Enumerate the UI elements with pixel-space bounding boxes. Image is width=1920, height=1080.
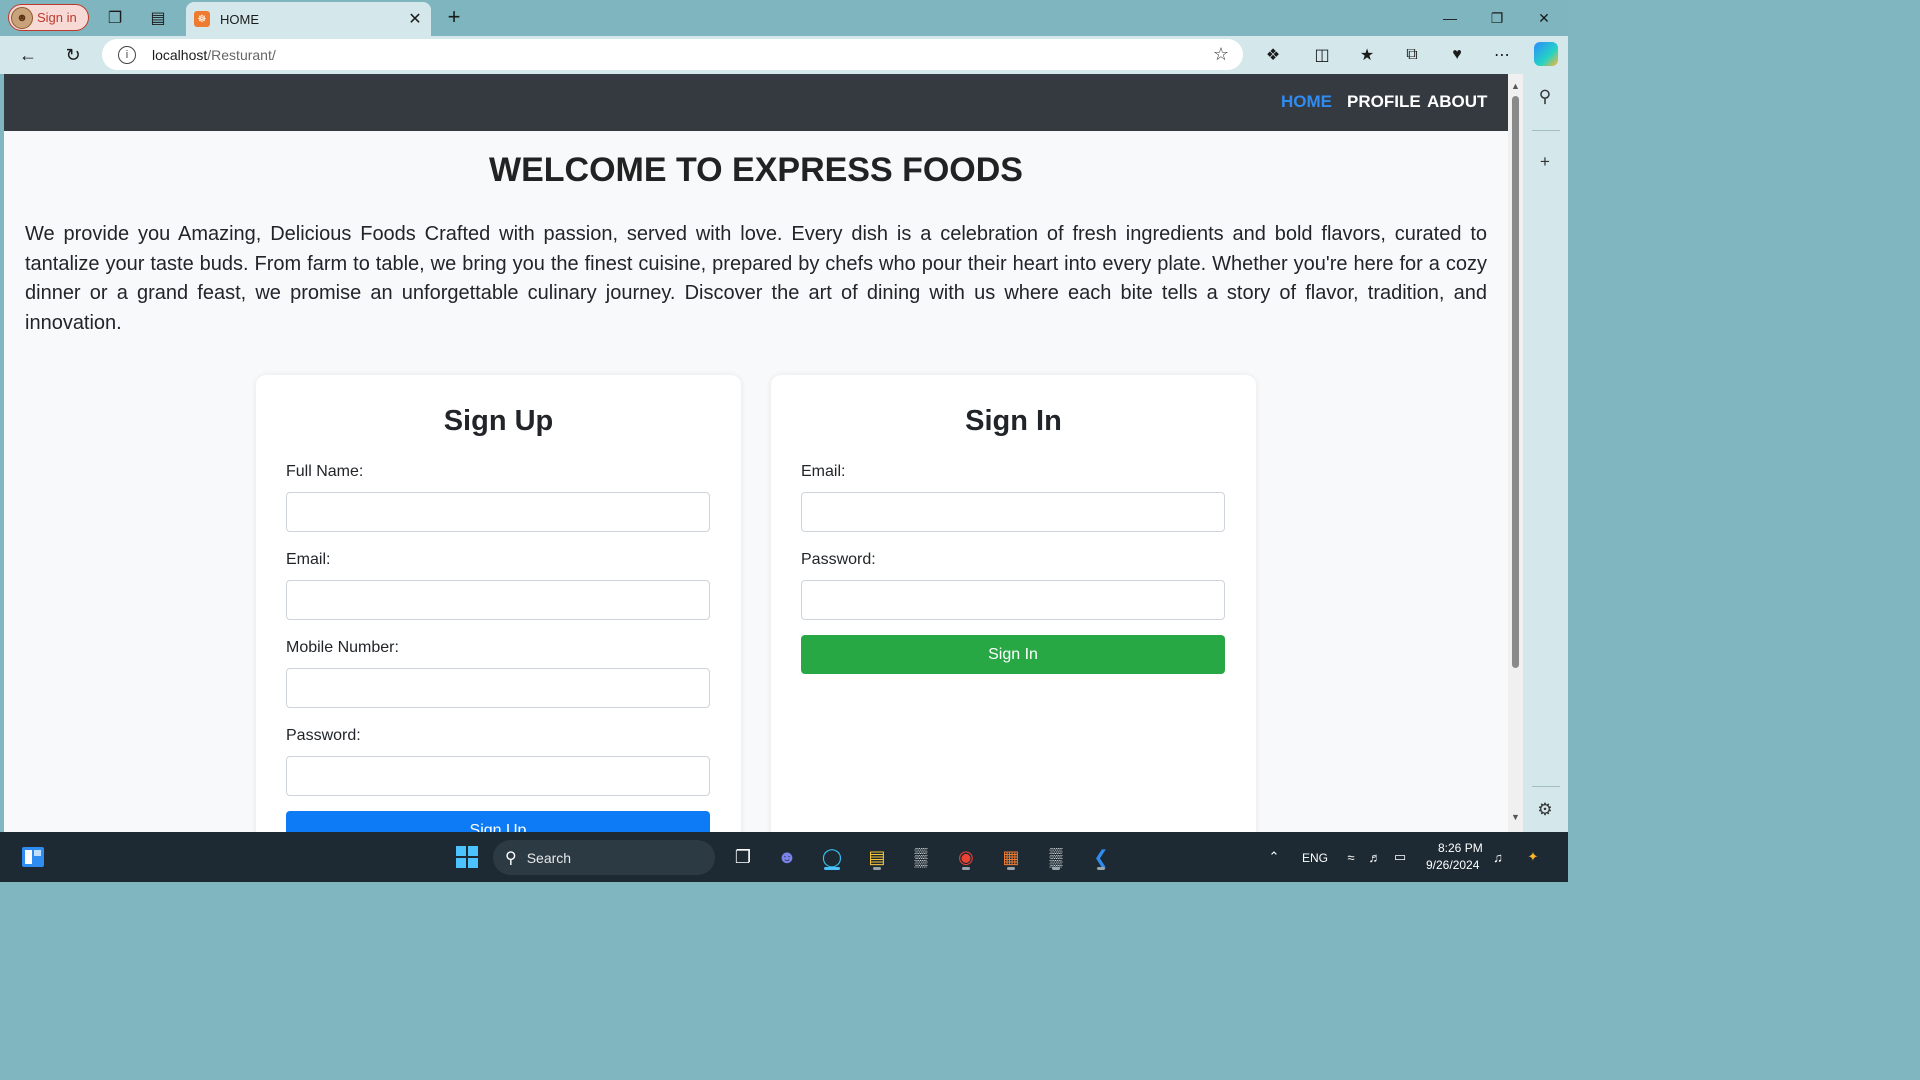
signup-button[interactable]: Sign Up	[286, 811, 710, 832]
teams-icon[interactable]: ☻	[771, 841, 803, 873]
sidebar-settings-icon[interactable]: ⚙	[1534, 799, 1556, 821]
start-icon[interactable]	[451, 841, 483, 873]
clock-date[interactable]: 9/26/2024	[1426, 858, 1479, 872]
refresh-icon[interactable]: ↻	[61, 43, 85, 67]
vscode-icon[interactable]: ❮	[1085, 841, 1117, 873]
mobile-number-input[interactable]	[286, 668, 710, 708]
sidebar-search-icon[interactable]: ⚲	[1534, 86, 1556, 108]
file-explorer-icon[interactable]: ▤	[861, 841, 893, 873]
windows-taskbar: ⚲ Search ❐ ☻ ◯ ▤ ▒ ◉ ▦ ▒ ❮ ⌃ ENG ≈ ♬ ▭ 8…	[0, 832, 1568, 882]
signup-email-label: Email:	[286, 551, 331, 568]
favorite-star-icon[interactable]: ☆	[1213, 44, 1229, 65]
wifi-icon[interactable]: ≈	[1342, 848, 1360, 866]
site-info-icon[interactable]: i	[118, 45, 136, 64]
signin-button[interactable]: Sign In	[801, 635, 1225, 674]
search-icon: ⚲	[505, 849, 517, 867]
notifications-icon[interactable]: ♫	[1489, 848, 1507, 866]
open-app-indicator	[962, 867, 970, 870]
profile-sign-in-label: Sign in	[37, 10, 77, 25]
collections-icon[interactable]: ⧉	[1401, 44, 1423, 66]
full-name-input[interactable]	[286, 492, 710, 532]
clock-time[interactable]: 8:26 PM	[1438, 841, 1483, 855]
active-app-indicator	[824, 867, 840, 870]
scroll-down-icon[interactable]: ▼	[1510, 811, 1521, 822]
open-app-indicator	[1052, 867, 1060, 870]
signup-password-label: Password:	[286, 727, 361, 744]
xampp-favicon-icon: ☸	[194, 11, 210, 27]
nav-about-link[interactable]: ABOUT	[1427, 92, 1487, 112]
open-app-indicator	[1097, 867, 1105, 870]
scroll-thumb[interactable]	[1512, 96, 1519, 668]
open-app-indicator	[873, 867, 881, 870]
signin-email-input[interactable]	[801, 492, 1225, 532]
widgets-icon[interactable]	[17, 841, 49, 873]
page-viewport: HOME PROFILE ABOUT WELCOME TO EXPRESS FO…	[4, 74, 1508, 832]
nav-home-link[interactable]: HOME	[1281, 92, 1332, 112]
address-bar[interactable]: i localhost/Resturant/ ☆	[102, 39, 1243, 70]
signup-email-input[interactable]	[286, 580, 710, 620]
xampp-icon[interactable]: ▦	[995, 841, 1027, 873]
url-path: /Resturant/	[207, 46, 276, 63]
signin-password-label: Password:	[801, 551, 876, 568]
more-menu-icon[interactable]: ⋯	[1491, 44, 1513, 66]
signin-email-label: Email:	[801, 463, 846, 480]
signup-password-input[interactable]	[286, 756, 710, 796]
browser-toolbar: ← ↻ i localhost/Resturant/ ☆ ❖ ◫ ★ ⧉ ♥ ⋯	[0, 36, 1568, 74]
copilot-taskbar-icon[interactable]: ✦	[1524, 848, 1542, 866]
full-name-label: Full Name:	[286, 463, 364, 480]
task-view-icon[interactable]: ❐	[727, 841, 759, 873]
copilot-icon[interactable]	[1534, 42, 1558, 66]
show-hidden-icons-icon[interactable]: ⌃	[1265, 848, 1283, 866]
minimize-icon[interactable]: —	[1438, 6, 1462, 30]
site-navbar: HOME PROFILE ABOUT	[4, 74, 1508, 131]
edge-sidebar: ⚲ + ⚙	[1523, 74, 1568, 832]
avatar: ☻	[11, 6, 33, 29]
signin-password-input[interactable]	[801, 580, 1225, 620]
extensions-icon[interactable]: ❖	[1262, 44, 1284, 66]
signin-title: Sign In	[965, 405, 1062, 437]
back-icon[interactable]: ←	[16, 43, 40, 67]
sidebar-divider	[1532, 130, 1560, 131]
sidebar-add-icon[interactable]: +	[1534, 151, 1556, 173]
open-app-indicator	[1007, 867, 1015, 870]
chrome-icon[interactable]: ◉	[950, 841, 982, 873]
battery-icon[interactable]: ▭	[1391, 848, 1409, 866]
browser-titlebar: ☻ Sign in ❐ ▤ ☸ HOME ✕ + — ❐ ✕	[0, 0, 1568, 36]
taskbar-search-label: Search	[526, 849, 572, 866]
profile-sign-in-button[interactable]: ☻ Sign in	[8, 4, 89, 31]
edge-icon[interactable]: ◯	[816, 841, 848, 873]
signup-card: Sign Up Full Name: Email: Mobile Number:…	[256, 375, 741, 832]
mobile-number-label: Mobile Number:	[286, 639, 399, 656]
tab-title: HOME	[220, 11, 259, 27]
workspaces-icon[interactable]: ❐	[105, 8, 125, 28]
signin-card: Sign In Email: Password: Sign In	[771, 375, 1256, 832]
command-prompt-icon[interactable]: ▒	[1040, 841, 1072, 873]
split-screen-icon[interactable]: ◫	[1311, 44, 1333, 66]
url-text: localhost/Resturant/	[152, 47, 276, 63]
page-scrollbar[interactable]: ▲ ▼	[1508, 74, 1523, 832]
browser-essentials-icon[interactable]: ♥	[1446, 44, 1468, 66]
volume-icon[interactable]: ♬	[1366, 848, 1384, 866]
terminal-icon[interactable]: ▒	[905, 841, 937, 873]
restore-icon[interactable]: ❐	[1485, 6, 1509, 30]
page-title: WELCOME TO EXPRESS FOODS	[489, 151, 1023, 189]
sidebar-divider	[1532, 786, 1560, 787]
signup-title: Sign Up	[443, 405, 554, 437]
tab-home[interactable]: ☸ HOME ✕	[186, 2, 431, 36]
language-indicator[interactable]: ENG	[1302, 851, 1328, 865]
nav-profile-link[interactable]: PROFILE	[1347, 92, 1421, 112]
close-tab-icon[interactable]: ✕	[405, 9, 425, 29]
intro-paragraph: We provide you Amazing, Delicious Foods …	[25, 223, 1487, 334]
favorites-icon[interactable]: ★	[1356, 44, 1378, 66]
taskbar-search[interactable]: ⚲ Search	[493, 840, 715, 875]
url-host: localhost	[152, 46, 208, 63]
new-tab-icon[interactable]: +	[442, 4, 466, 29]
close-window-icon[interactable]: ✕	[1532, 6, 1556, 30]
tab-actions-icon[interactable]: ▤	[148, 8, 168, 28]
scroll-up-icon[interactable]: ▲	[1510, 80, 1521, 91]
